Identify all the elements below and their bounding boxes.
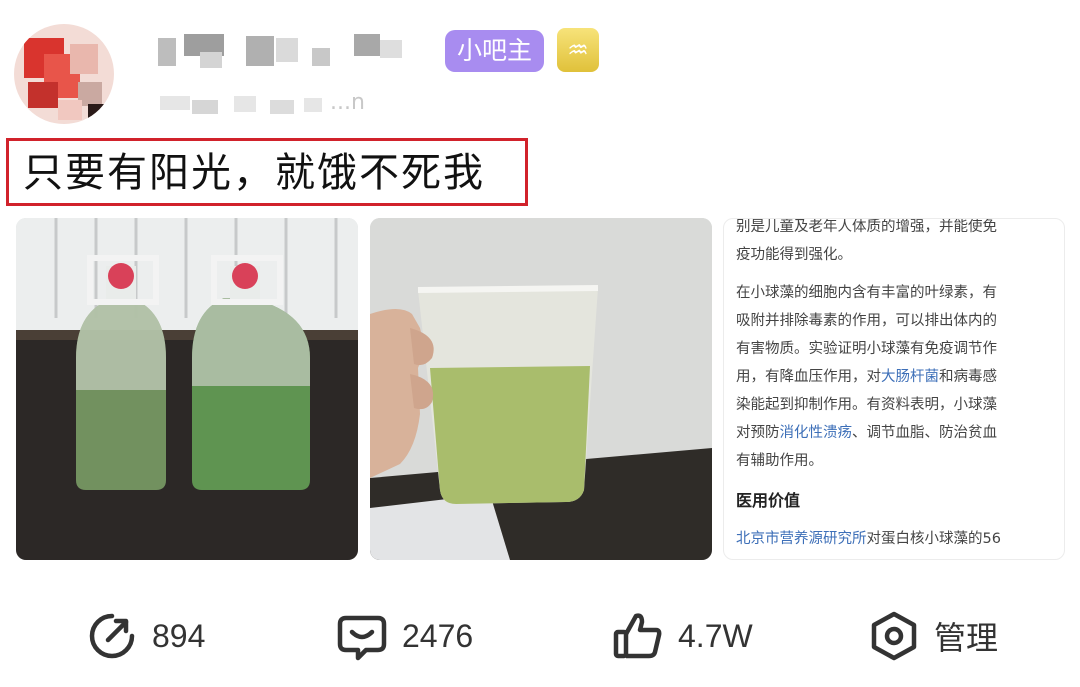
like-count: 4.7W <box>678 617 753 654</box>
like-button[interactable]: 4.7W <box>612 608 753 664</box>
zodiac-badge-icon: ♒ <box>557 28 599 72</box>
post-meta-tail: ...n <box>330 90 365 115</box>
thumbs-up-icon <box>613 613 662 659</box>
screenshot-text-pre: 对预防 <box>736 425 780 441</box>
share-button[interactable]: 894 <box>86 608 205 664</box>
screenshot-text-line: 北京市营养源研究所对蛋白核小球藻的56 <box>736 525 1058 553</box>
screenshot-text-link: 大肠杆菌 <box>881 369 939 385</box>
screenshot-text-pre: 用，有降血压作用，对 <box>736 369 881 385</box>
screenshot-text-post: 对蛋白核小球藻的56 <box>866 531 1001 547</box>
comment-count: 2476 <box>402 617 474 654</box>
action-bar: 894 2476 4.7W 管理 <box>0 600 1080 670</box>
screenshot-text-post: 、调节血脂、防治贫血 <box>852 425 997 441</box>
avatar[interactable] <box>14 24 114 124</box>
screenshot-text-line: 染能起到抑制作用。有资料表明，小球藻 <box>736 397 997 413</box>
screenshot-text-line: 有害物质。实验证明小球藻有免疫调节作 <box>736 341 997 357</box>
share-count: 894 <box>152 617 206 654</box>
photo-cup[interactable] <box>370 218 712 560</box>
comment-icon <box>337 615 387 661</box>
screenshot-text-link: 消化性溃疡 <box>779 425 853 441</box>
manage-hexagon-icon <box>871 611 917 661</box>
title-highlight-box: 只要有阳光，就饿不死我 <box>6 138 528 206</box>
text-screenshot[interactable]: 别是儿童及老年人体质的增强，并能使免 疫功能得到强化。在小球藻的细胞内含有丰富的叶… <box>723 218 1065 560</box>
screenshot-text-line: 有辅助作用。 <box>736 453 823 469</box>
screenshot-text-line: 疫功能得到强化。 <box>736 247 852 263</box>
manage-label: 管理 <box>934 620 999 656</box>
comment-button[interactable]: 2476 <box>336 608 473 664</box>
post-title: 只要有阳光，就饿不死我 <box>23 150 485 196</box>
screenshot-text-line: 吸附并排除毒素的作用，可以排出体内的 <box>736 313 997 329</box>
moderator-badge: 小吧主 <box>445 30 545 72</box>
photo-bottles[interactable] <box>16 218 358 560</box>
screenshot-text-line: 在小球藻的细胞内含有丰富的叶绿素，有 <box>736 285 997 301</box>
manage-button[interactable]: 管理 <box>868 608 998 664</box>
username-blurred[interactable] <box>150 30 420 74</box>
post-meta-blurred: ...n <box>150 86 370 120</box>
share-icon <box>89 613 135 659</box>
screenshot-text-line: 医用价值 <box>736 491 801 510</box>
screenshot-text-lines: 别是儿童及老年人体质的增强，并能使免 疫功能得到强化。在小球藻的细胞内含有丰富的叶… <box>736 219 1058 553</box>
screenshot-text-line: 对预防消化性溃疡、调节血脂、防治贫血 <box>736 419 1058 447</box>
screenshot-text-post: 和病毒感 <box>939 369 997 385</box>
screenshot-text-line: 别是儿童及老年人体质的增强，并能使免 <box>736 219 997 235</box>
screenshot-text-line: 用，有降血压作用，对大肠杆菌和病毒感 <box>736 363 1058 391</box>
screenshot-text-link: 北京市营养源研究所 <box>736 531 867 547</box>
